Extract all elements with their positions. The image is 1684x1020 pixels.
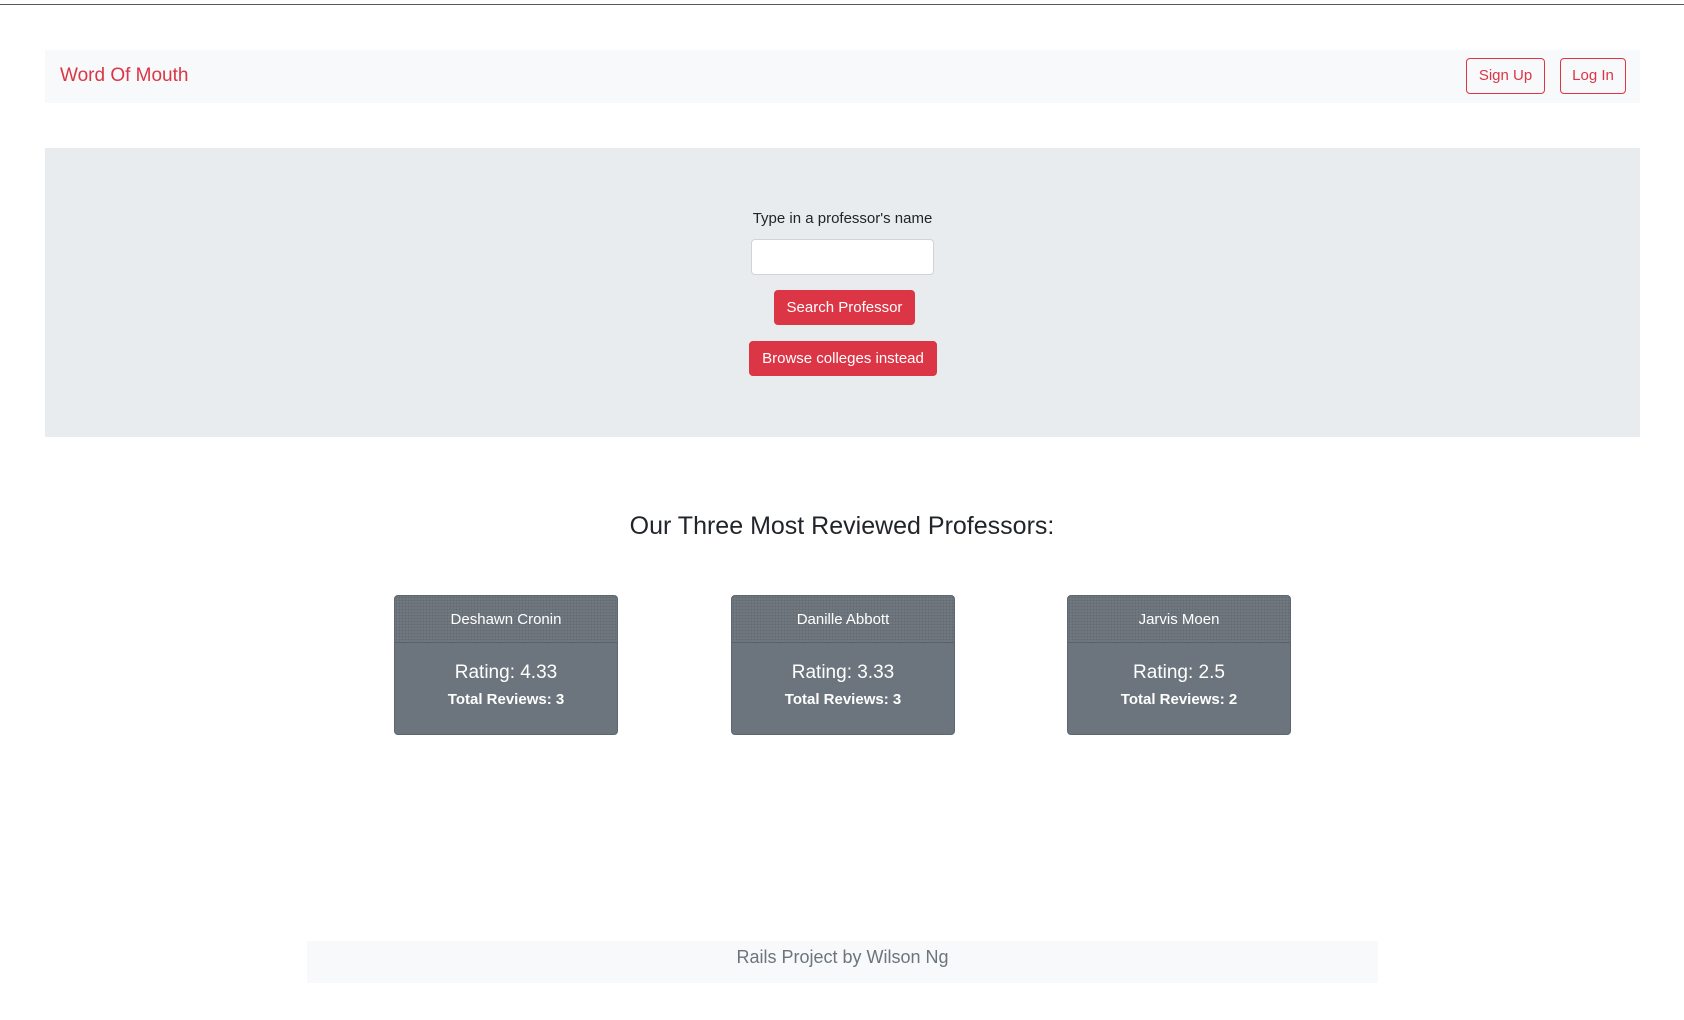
professor-name: Jarvis Moen: [1068, 596, 1290, 643]
browse-colleges-button[interactable]: Browse colleges instead: [749, 341, 937, 376]
professor-rating: Rating: 3.33: [791, 662, 895, 683]
professor-card[interactable]: Deshawn Cronin Rating: 4.33 Total Review…: [394, 595, 618, 735]
log-in-button[interactable]: Log In: [1560, 58, 1626, 94]
footer-text: Rails Project by Wilson Ng: [736, 947, 949, 967]
professor-search-input[interactable]: [751, 239, 934, 275]
professor-rating: Rating: 2.5: [1133, 662, 1225, 683]
top-divider: [0, 4, 1684, 5]
footer: Rails Project by Wilson Ng: [307, 941, 1378, 983]
section-heading: Our Three Most Reviewed Professors:: [629, 512, 1055, 540]
professor-name: Danille Abbott: [732, 596, 954, 643]
professor-review-count: Total Reviews: 3: [784, 691, 902, 708]
search-professor-button[interactable]: Search Professor: [774, 290, 915, 325]
professor-card[interactable]: Jarvis Moen Rating: 2.5 Total Reviews: 2: [1067, 595, 1291, 735]
professor-name: Deshawn Cronin: [395, 596, 617, 643]
sign-up-button[interactable]: Sign Up: [1466, 58, 1545, 94]
professor-rating: Rating: 4.33: [454, 662, 558, 683]
professor-card[interactable]: Danille Abbott Rating: 3.33 Total Review…: [731, 595, 955, 735]
search-label: Type in a professor's name: [752, 210, 933, 227]
navbar: Word Of Mouth Sign Up Log In: [45, 50, 1640, 103]
professor-review-count: Total Reviews: 2: [1120, 691, 1238, 708]
search-panel: Type in a professor's name Search Profes…: [45, 148, 1640, 437]
professor-review-count: Total Reviews: 3: [447, 691, 565, 708]
brand-link[interactable]: Word Of Mouth: [60, 65, 188, 87]
